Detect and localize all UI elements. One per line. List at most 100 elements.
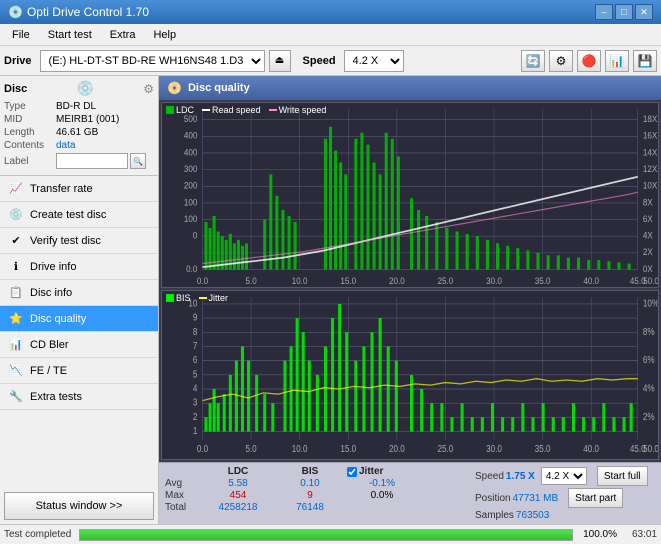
legend-read-speed-label: Read speed [212, 105, 261, 115]
sidebar-item-cd-bler[interactable]: 📊 CD Bler [0, 332, 158, 358]
quality-icon: 📀 [167, 81, 182, 95]
svg-text:400: 400 [184, 130, 198, 141]
disc-contents-row: Contents data [4, 140, 154, 151]
legend-write-speed: Write speed [269, 105, 327, 115]
legend-ldc: LDC [166, 105, 194, 115]
disc-panel: Disc 💿 ⚙ Type BD-R DL MID MEIRB1 (001) L… [0, 76, 158, 176]
sidebar-label-drive-info: Drive info [30, 261, 76, 273]
svg-text:5.0: 5.0 [245, 444, 256, 455]
start-part-button[interactable]: Start part [568, 488, 623, 508]
lower-chart: BIS Jitter [161, 290, 659, 460]
speed-unit-select[interactable]: 4.2 X [541, 467, 587, 485]
drive-bar: Drive (E:) HL-DT-ST BD-RE WH16NS48 1.D3 … [0, 46, 661, 76]
total-ldc: 4258218 [203, 502, 273, 513]
samples-label-stat: Samples [475, 510, 514, 521]
svg-text:4X: 4X [643, 230, 653, 241]
status-window-button[interactable]: Status window >> [4, 492, 154, 520]
sidebar-item-transfer-rate[interactable]: 📈 Transfer rate [0, 176, 158, 202]
sidebar-label-transfer-rate: Transfer rate [30, 183, 93, 195]
svg-text:10.0: 10.0 [292, 275, 308, 286]
sidebar-label-disc-quality: Disc quality [30, 313, 86, 325]
maximize-button[interactable]: □ [615, 4, 633, 20]
svg-text:0X: 0X [643, 263, 653, 274]
jitter-header: Jitter [359, 466, 383, 477]
svg-text:400: 400 [184, 147, 198, 158]
svg-text:6: 6 [193, 355, 198, 366]
drive-select[interactable]: (E:) HL-DT-ST BD-RE WH16NS48 1.D3 [40, 50, 265, 72]
avg-bis: 0.10 [275, 478, 345, 489]
sidebar-item-extra-tests[interactable]: 🔧 Extra tests [0, 384, 158, 410]
menu-extra[interactable]: Extra [102, 27, 144, 43]
menu-file[interactable]: File [4, 27, 38, 43]
speed-select[interactable]: 4.2 X 1.0 X 2.0 X 8.0 X [344, 50, 404, 72]
max-jitter: 0.0% [347, 490, 417, 501]
disc-type-value: BD-R DL [56, 101, 154, 112]
menu-start-test[interactable]: Start test [40, 27, 100, 43]
settings-button[interactable]: ⚙ [549, 50, 573, 72]
upper-chart-svg: 500 400 400 300 200 100 100 0 0.0 18X 16… [162, 103, 658, 287]
svg-text:8%: 8% [643, 326, 655, 337]
progress-area: Test completed 100.0% 63:01 [0, 524, 661, 544]
sidebar-item-drive-info[interactable]: ℹ Drive info [0, 254, 158, 280]
lower-chart-svg: 10 9 8 7 6 5 4 3 2 1 10% 8% 6% 4% 2% [162, 291, 658, 459]
title-bar-left: 💿 Opti Drive Control 1.70 [8, 5, 149, 19]
sidebar-item-disc-info[interactable]: 📋 Disc info [0, 280, 158, 306]
minimize-button[interactable]: – [595, 4, 613, 20]
menu-help[interactable]: Help [145, 27, 184, 43]
svg-text:16X: 16X [643, 130, 657, 141]
svg-text:0: 0 [193, 230, 198, 241]
sidebar-item-fe-te[interactable]: 📉 FE / TE [0, 358, 158, 384]
disc-panel-title: Disc [4, 83, 27, 95]
sidebar-label-verify-test-disc: Verify test disc [30, 235, 101, 247]
svg-text:1: 1 [193, 426, 198, 437]
avg-ldc: 5.58 [203, 478, 273, 489]
transfer-rate-icon: 📈 [8, 181, 24, 197]
refresh-button[interactable]: 🔄 [521, 50, 545, 72]
svg-text:20.0: 20.0 [389, 444, 405, 455]
disc-settings-icon: ⚙ [143, 82, 154, 96]
svg-text:18X: 18X [643, 113, 657, 124]
progress-bar-outer [79, 529, 573, 541]
drive-eject-button[interactable]: ⏏ [269, 50, 291, 72]
svg-text:4: 4 [193, 383, 198, 394]
sidebar-item-verify-test-disc[interactable]: ✔ Verify test disc [0, 228, 158, 254]
svg-text:500: 500 [184, 113, 198, 124]
svg-text:0.0: 0.0 [197, 444, 208, 455]
svg-text:12X: 12X [643, 163, 657, 174]
svg-text:100: 100 [184, 213, 198, 224]
svg-text:200: 200 [184, 180, 198, 191]
total-bis: 76148 [275, 502, 345, 513]
start-full-button[interactable]: Start full [597, 466, 648, 486]
sidebar-item-disc-quality[interactable]: ⭐ Disc quality [0, 306, 158, 332]
svg-text:15.0: 15.0 [340, 275, 356, 286]
sidebar-item-create-test-disc[interactable]: 💿 Create test disc [0, 202, 158, 228]
max-label: Max [165, 490, 201, 501]
svg-text:25.0: 25.0 [438, 444, 454, 455]
disc-quality-icon: ⭐ [8, 311, 24, 327]
svg-text:8: 8 [193, 326, 198, 337]
svg-text:40.0: 40.0 [583, 444, 599, 455]
svg-text:30.0: 30.0 [486, 275, 502, 286]
svg-text:40.0: 40.0 [583, 275, 599, 286]
disc-type-label: Type [4, 101, 56, 112]
jitter-checkbox[interactable] [347, 467, 357, 477]
disc-label-button[interactable]: 🔍 [130, 153, 146, 169]
disc-label-input[interactable] [56, 153, 128, 169]
svg-text:14X: 14X [643, 147, 657, 158]
drive-info-icon: ℹ [8, 259, 24, 275]
disc-length-label: Length [4, 127, 56, 138]
menu-bar: File Start test Extra Help [0, 24, 661, 46]
disc-label-row: Label 🔍 [4, 153, 154, 169]
cd-bler-icon: 📊 [8, 337, 24, 353]
close-button[interactable]: ✕ [635, 4, 653, 20]
save-button[interactable]: 💾 [633, 50, 657, 72]
main-area: Disc 💿 ⚙ Type BD-R DL MID MEIRB1 (001) L… [0, 76, 661, 524]
svg-text:2%: 2% [643, 411, 655, 422]
chart-button[interactable]: 📊 [605, 50, 629, 72]
upper-chart: LDC Read speed Write speed [161, 102, 659, 288]
bis-header: BIS [275, 466, 345, 477]
svg-text:10%: 10% [643, 298, 658, 309]
samples-value-stat: 763503 [516, 510, 549, 521]
upper-legend: LDC Read speed Write speed [166, 105, 326, 115]
compare-button[interactable]: 🔴 [577, 50, 601, 72]
